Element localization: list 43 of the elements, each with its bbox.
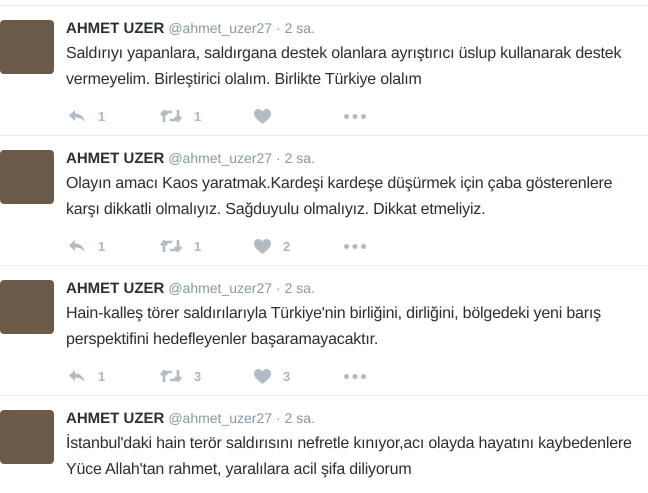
tweet-action[interactable]: 3 (160, 366, 254, 386)
more-icon (344, 244, 366, 249)
tweet-action[interactable]: 1 (68, 366, 160, 386)
more-icon (344, 114, 366, 119)
tweet-action[interactable] (344, 114, 366, 119)
tweet-action[interactable] (344, 374, 366, 379)
tweet-action[interactable]: 3 (254, 366, 344, 386)
avatar-photo-placeholder (0, 410, 54, 464)
author-name: AHMET UZER (66, 279, 164, 299)
tweet-action[interactable] (344, 244, 366, 249)
tweet-action[interactable]: 1 (68, 236, 160, 256)
reply-icon (68, 239, 86, 254)
retweet-icon (160, 239, 182, 254)
tweet-text: Saldırıyı yapanlara, saldırgana destek olanlara ayrıştırıcı üslup kullanarak destek vermeyelim. Birleştirici olalım. Birlikte Türkiye olalım (66, 44, 622, 90)
author-name: AHMET UZER (66, 149, 164, 169)
retweet-icon (160, 369, 182, 384)
more-icon (344, 374, 366, 379)
tweet-text: Olayın amacı Kaos yaratmak.Kardeşi kardeşe düşürmek için çaba gösterenlere karşı dikkatli olmalıyız. Sağduyulu olmalıyız. Dikkat etmeliyiz. (66, 174, 614, 220)
author-handle: @ahmet_uzer27 (168, 149, 272, 168)
author-name: AHMET UZER (66, 19, 164, 39)
reply-icon (68, 109, 86, 124)
author-handle: @ahmet_uzer27 (168, 409, 272, 428)
retweet-icon (160, 109, 182, 124)
tweet-time: · 2 sa. (276, 409, 315, 428)
author-handle: @ahmet_uzer27 (168, 19, 272, 38)
author-handle: @ahmet_uzer27 (168, 279, 272, 298)
tweet-action[interactable]: 2 (254, 236, 344, 256)
tweet-time: · 2 sa. (276, 19, 315, 38)
tweet-time: · 2 sa. (276, 149, 315, 168)
heart-icon (254, 108, 271, 124)
tweet-text: Hain-kalleş törer saldırılarıyla Türkiye'nin birliğini, dirliğini, bölgedeki yeni barış perspektifini hedefleyenler başaramayacaktır. (66, 304, 602, 350)
tweet-action[interactable]: 1 (160, 236, 254, 256)
avatar-photo-placeholder (0, 280, 54, 334)
tweet-text: İstanbul'daki hain terör saldırısını nefretle kınıyor,acı olayda hayatını kaybedenlere Yüce Allah'tan rahmet, yaralılara acil şifa diliyorum (66, 433, 633, 480)
avatar-photo-placeholder (0, 150, 54, 204)
tweet-time: · 2 sa. (276, 279, 315, 298)
tweet-action[interactable]: 1 (160, 106, 254, 126)
heart-icon (254, 238, 271, 254)
tweet-action[interactable]: 1 (68, 106, 160, 126)
avatar-photo-placeholder (0, 20, 54, 74)
author-name: AHMET UZER (66, 409, 164, 429)
reply-icon (68, 369, 86, 384)
heart-icon (254, 368, 271, 384)
